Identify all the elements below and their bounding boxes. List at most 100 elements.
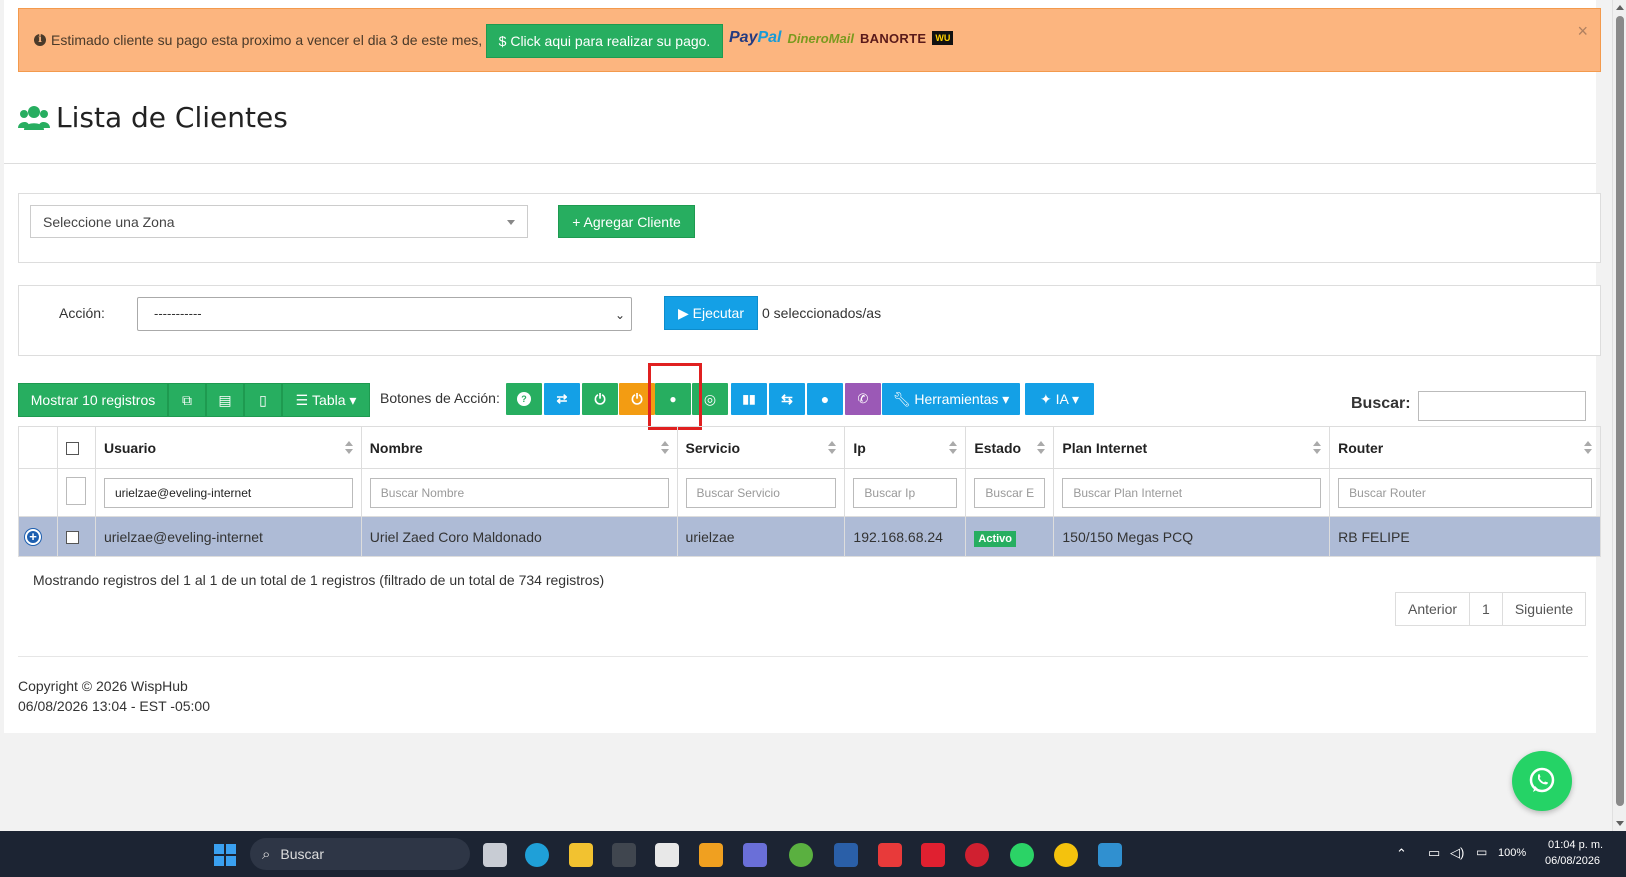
opera-icon[interactable] xyxy=(965,843,989,867)
expand-row-icon[interactable]: + xyxy=(25,529,41,545)
app-icon[interactable] xyxy=(834,843,858,867)
sync-button[interactable]: ⇄ xyxy=(544,383,580,415)
network-icon[interactable]: ▭ xyxy=(1428,845,1440,861)
scroll-thumb[interactable] xyxy=(1616,16,1624,806)
info-icon: i xyxy=(34,34,46,46)
sort-icon xyxy=(949,441,958,455)
filter-router-input[interactable]: Buscar Router xyxy=(1338,477,1592,508)
column-header-estado[interactable]: Estado xyxy=(965,426,1055,469)
snipping-tool-icon[interactable] xyxy=(655,843,679,867)
app-icon[interactable] xyxy=(789,843,813,867)
map-button[interactable]: ● xyxy=(807,383,843,415)
help-button[interactable]: ? xyxy=(506,383,542,415)
column-header-ip[interactable]: Ip xyxy=(844,426,967,469)
add-client-button[interactable]: + Agregar Cliente xyxy=(558,205,695,238)
task-view-icon[interactable] xyxy=(483,843,507,867)
expand-column-header xyxy=(18,426,58,469)
taskbar-search[interactable]: ⌕ Buscar xyxy=(250,838,470,870)
sort-icon xyxy=(660,441,669,455)
scroll-down-icon[interactable] xyxy=(1616,821,1624,826)
column-header-router[interactable]: Router xyxy=(1329,426,1601,469)
whatsapp-button[interactable] xyxy=(1512,751,1572,811)
cell-servicio: urielzae xyxy=(676,516,846,557)
clock-date[interactable]: 06/08/2026 xyxy=(1545,855,1600,867)
zone-select[interactable]: Seleccione una Zona xyxy=(30,205,528,238)
sort-icon xyxy=(1584,441,1592,455)
select-all-checkbox[interactable] xyxy=(65,442,79,456)
column-header-servicio[interactable]: Servicio xyxy=(676,426,846,469)
column-header-nombre[interactable]: Nombre xyxy=(360,426,678,469)
next-page-button[interactable]: Siguiente xyxy=(1503,593,1585,625)
dineromail-logo: DineroMail xyxy=(787,30,854,46)
action-buttons-label: Botones de Acción: xyxy=(380,390,500,406)
bar-chart-icon: ▮▮ xyxy=(742,392,756,406)
prev-page-button[interactable]: Anterior xyxy=(1396,593,1471,625)
pagination: Anterior 1 Siguiente xyxy=(1395,592,1587,626)
chrome-icon[interactable] xyxy=(1054,843,1078,867)
clock-time[interactable]: 01:04 p. m. xyxy=(1548,839,1603,851)
filter-servicio-input[interactable]: Buscar Servicio xyxy=(685,477,837,508)
filter-nombre-input[interactable]: Buscar Nombre xyxy=(369,477,669,508)
row-checkbox[interactable] xyxy=(65,531,79,545)
table-view-button[interactable]: ☰ Tabla ▾ xyxy=(282,383,370,417)
filter-checkbox-field[interactable] xyxy=(65,477,86,505)
copyright: Copyright © 2026 WispHub xyxy=(18,678,188,694)
sparkle-icon: ✦ xyxy=(1040,390,1056,407)
action-select[interactable]: ----------- ⌄ xyxy=(137,297,632,331)
whatsapp-icon[interactable] xyxy=(1010,843,1034,867)
action-label: Acción: xyxy=(59,305,105,321)
terminal-icon[interactable] xyxy=(612,843,636,867)
sublime-icon[interactable] xyxy=(699,843,723,867)
csv-icon[interactable]: ▯ xyxy=(244,383,282,417)
app-icon[interactable] xyxy=(1098,843,1122,867)
vivaldi-icon[interactable] xyxy=(921,843,945,867)
transfer-button[interactable]: ⇆ xyxy=(769,383,805,415)
copy-icon[interactable]: ⧉ xyxy=(168,383,206,417)
filter-usuario-input[interactable]: urielzae@eveling-internet xyxy=(103,477,353,508)
footer-datetime: 06/08/2026 13:04 - EST -05:00 xyxy=(18,698,210,714)
execute-button[interactable]: ▶ Ejecutar xyxy=(664,296,758,330)
anydesk-icon[interactable] xyxy=(878,843,902,867)
power-icon: ⏻ xyxy=(631,390,643,407)
page-1-button[interactable]: 1 xyxy=(1470,593,1503,625)
column-header-usuario[interactable]: Usuario xyxy=(94,426,362,469)
zone-panel: Seleccione una Zona + Agregar Cliente xyxy=(18,193,1601,263)
vertical-scrollbar[interactable] xyxy=(1612,0,1626,831)
filter-ip-input[interactable]: Buscar Ip xyxy=(853,477,958,508)
table-row[interactable]: + urielzae@eveling-internet Uriel Zaed C… xyxy=(18,516,1601,557)
scroll-up-icon[interactable] xyxy=(1616,5,1624,10)
pay-button[interactable]: $ Click aqui para realizar su pago. xyxy=(486,24,723,58)
activate-button[interactable]: ⏻ xyxy=(582,383,618,415)
filter-row: urielzae@eveling-internet Buscar Nombre … xyxy=(18,468,1601,517)
close-icon[interactable]: × xyxy=(1577,21,1588,42)
chevron-up-icon[interactable]: ⌃ xyxy=(1396,846,1407,862)
footer: Copyright © 2026 WispHub 06/08/2026 13:0… xyxy=(18,676,210,716)
call-button[interactable]: ✆ xyxy=(845,383,881,415)
alert-message: i Estimado cliente su pago esta proximo … xyxy=(34,32,482,48)
filter-estado-input[interactable]: Buscar E xyxy=(974,477,1046,508)
filter-plan-input[interactable]: Buscar Plan Internet xyxy=(1062,477,1322,508)
column-header-plan[interactable]: Plan Internet xyxy=(1053,426,1331,469)
ai-button[interactable]: ✦ IA ▾ xyxy=(1025,383,1094,415)
cell-estado: Activo xyxy=(965,516,1055,557)
volume-icon[interactable]: ◁) xyxy=(1450,845,1464,861)
file-explorer-icon[interactable] xyxy=(569,843,593,867)
globe-icon: ◎ xyxy=(703,390,717,407)
battery-percent: 100% xyxy=(1498,847,1527,859)
tools-button[interactable]: 🔧︎ Herramientas ▾ xyxy=(882,383,1020,415)
exchange-icon: ⇆ xyxy=(781,390,793,407)
table-toolbar: Mostrar 10 registros ⧉ ▤ ▯ ☰ Tabla ▾ xyxy=(18,383,370,417)
list-icon: ☰ xyxy=(295,391,313,408)
western-union-logo: WU xyxy=(932,31,954,45)
search-input[interactable] xyxy=(1418,391,1586,421)
search-icon: ⌕ xyxy=(262,845,271,863)
teams-icon[interactable] xyxy=(743,843,767,867)
battery-icon[interactable]: ▭ xyxy=(1476,845,1487,859)
stats-button[interactable]: ▮▮ xyxy=(731,383,767,415)
excel-icon[interactable]: ▤ xyxy=(206,383,244,417)
cell-ip: 192.168.68.24 xyxy=(844,516,967,557)
windows-start-icon[interactable] xyxy=(213,843,237,867)
action-panel: Acción: ----------- ⌄ ▶ Ejecutar 0 selec… xyxy=(18,285,1601,356)
edge-icon[interactable] xyxy=(525,843,549,867)
show-records-button[interactable]: Mostrar 10 registros xyxy=(18,383,168,417)
